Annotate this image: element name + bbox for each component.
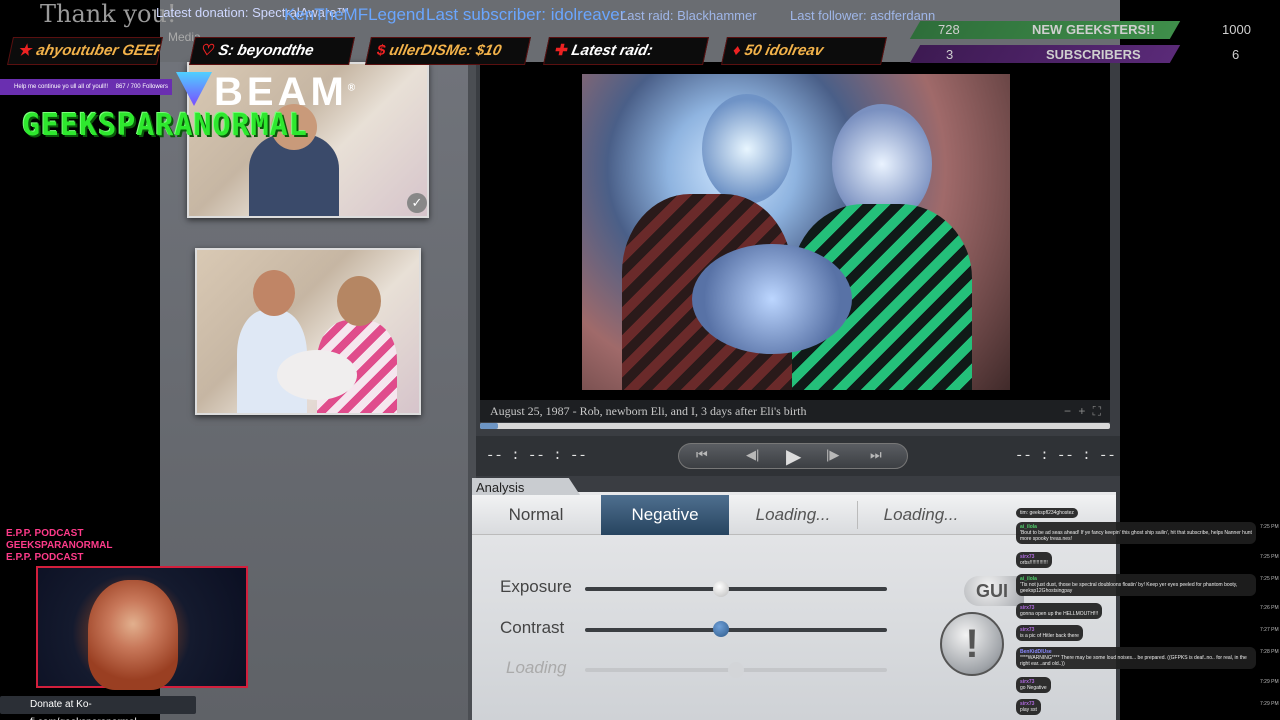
contrast-label: Contrast [500,618,565,637]
mode-loading-1[interactable]: Loading... [729,495,857,535]
channel-logo: GEEKSPARANORMAL [22,108,308,143]
chat-time: 7:27 PM [1260,627,1279,633]
diamond-icon: ♦ [731,42,743,59]
kofi-donate-link[interactable]: Donate at Ko-fi.com/geeksparanormal [0,696,196,720]
chat-time: 7:28 PM [1260,649,1279,655]
alert-follower-text: ahyoutuber GEEF [34,42,163,59]
chat-message: tim: geekspfl234ghostez [1016,508,1078,518]
loading-label: Loading [506,658,567,677]
time-elapsed: -- : -- : -- [486,448,587,464]
ticker-donor: KenTheMFLegend [284,5,425,24]
podcast-line-1: E.P.P. PODCAST [6,528,84,539]
chat-text: play sst [1020,707,1037,713]
heart-icon: ♡ [199,42,217,59]
thumbnail-face-man [253,270,295,316]
ticker-raid: Last raid: Blackhammer [620,8,757,23]
exposure-knob[interactable] [712,581,729,597]
chat-message: sirx73 is a pic of Hitler back there [1016,625,1083,641]
podcast-line-2: GEEKSPARANORMAL [6,540,113,551]
star-icon: ★ [17,42,35,59]
photo-thumbnail-2[interactable] [195,248,421,415]
thumbnail-baby-blanket [277,350,357,400]
subs-label: SUBSCRIBERS [1046,47,1141,62]
raid-icon: ✚ [553,42,570,59]
ticker-subscriber: Last subscriber: idolreaver [426,5,626,24]
thumbnail-face-woman [337,276,381,326]
alert-donation-text: ullerDISMe: $10 [387,42,503,59]
chat-time: 7:29 PM [1260,701,1279,707]
chat-time: 7:25 PM [1260,524,1279,530]
step-back-icon[interactable]: ◀| [746,447,759,463]
chat-message: sirx73 orbs!!!!!!!!!!!!! [1016,552,1052,568]
streamer-figure [88,580,178,690]
webcam-feed [36,566,248,690]
chat-time: 7:26 PM [1260,605,1279,611]
check-icon[interactable]: ✓ [407,193,427,213]
geeksters-current: 728 [938,22,960,37]
alert-sub-text: S: beyondthe [216,42,316,59]
subs-current: 3 [946,47,954,62]
mode-normal[interactable]: Normal [472,495,600,535]
mode-separator [857,501,858,529]
exposure-label: Exposure [500,577,572,596]
follower-goal-text: Help me continue yo ull all of youll!! [14,84,109,90]
chat-time: 7:25 PM [1260,554,1279,560]
skip-forward-icon[interactable]: ⏭ [870,447,882,463]
chat-text: orbs!!!!!!!!!!!!! [1020,560,1048,566]
alert-latest-donation: $ullerDISMe: $10 [365,37,531,65]
time-remaining: -- : -- : -- [1015,448,1116,464]
alert-latest-follower: ★ahyoutuber GEEF [7,37,163,65]
podcast-line-3: E.P.P. PODCAST [6,552,84,563]
chat-text: 'Bout to be ad seas ahead! If ye fancy k… [1020,530,1252,542]
chat-text: gonna open up the HELLMOUTH!!! [1020,611,1099,617]
geeksters-label: NEW GEEKSTERS!! [1032,22,1155,37]
chat-time: 7:25 PM [1260,576,1279,582]
image-caption: August 25, 1987 - Rob, newborn Eli, and … [480,400,1110,422]
stream-screen: ✓ August 25, 1987 - Rob, newborn Eli, an… [0,0,1280,720]
dollar-icon: $ [375,42,388,59]
alert-raid-text: Latest raid: [569,42,655,59]
loading-knob[interactable] [728,662,744,678]
subs-target: 6 [1232,47,1240,62]
follower-goal-count: 867 / 700 Followers [115,84,168,90]
ticker-follower: Last follower: asdferdann [790,8,936,23]
chat-text: go Negative [1020,685,1047,691]
zoom-controls[interactable]: − + ⛶ [1064,404,1103,419]
chat-message: ai_ilola 'Bout to be ad seas ahead! If y… [1016,522,1256,544]
timeline-progress [480,423,498,429]
alert-latest-sub: ♡S: beyondthe [189,37,355,65]
alert-latest-bits: ♦50 idolreav [721,37,887,65]
skip-back-icon[interactable]: ⏮ [696,447,708,463]
chat-message: sirx73 play sst [1016,699,1041,715]
mode-negative[interactable]: Negative [601,495,729,535]
alert-latest-raid: ✚Latest raid: [543,37,709,65]
follower-goal-bar: Help me continue yo ull all of youll!! 8… [0,79,172,95]
beam-registered: ® [347,82,360,94]
chat-text: ****WARNING**** There may be some loud n… [1020,655,1247,667]
chat-text: 'Tis not just dust, those be spectral do… [1020,582,1238,594]
contrast-knob[interactable] [712,621,729,637]
contrast-slider[interactable] [585,628,887,632]
chat-message: ai_ilola 'Tis not just dust, those be sp… [1016,574,1256,596]
negative-image[interactable] [582,74,1010,390]
step-forward-icon[interactable]: |▶ [826,447,839,463]
chat-text: is a pic of Hitler back there [1020,633,1079,639]
negative-baby [692,244,852,354]
exposure-slider[interactable] [585,587,887,591]
timeline-track[interactable] [480,423,1110,429]
chat-message: sirx73 go Negative [1016,677,1051,693]
mode-loading-2[interactable]: Loading... [857,495,985,535]
play-icon[interactable]: ▶ [786,444,801,469]
geeksters-target: 1000 [1222,22,1251,37]
negative-face-man [702,94,792,204]
chat-time: 7:29 PM [1260,679,1279,685]
chat-message: sirx73 gonna open up the HELLMOUTH!!! [1016,603,1103,619]
alert-bits-text: 50 idolreav [742,42,825,59]
warning-button[interactable]: ! [940,612,1004,676]
chat-message: BenKidDlUse ****WARNING**** There may be… [1016,647,1256,669]
chat-text: tim: geekspfl234ghostez [1020,510,1074,516]
